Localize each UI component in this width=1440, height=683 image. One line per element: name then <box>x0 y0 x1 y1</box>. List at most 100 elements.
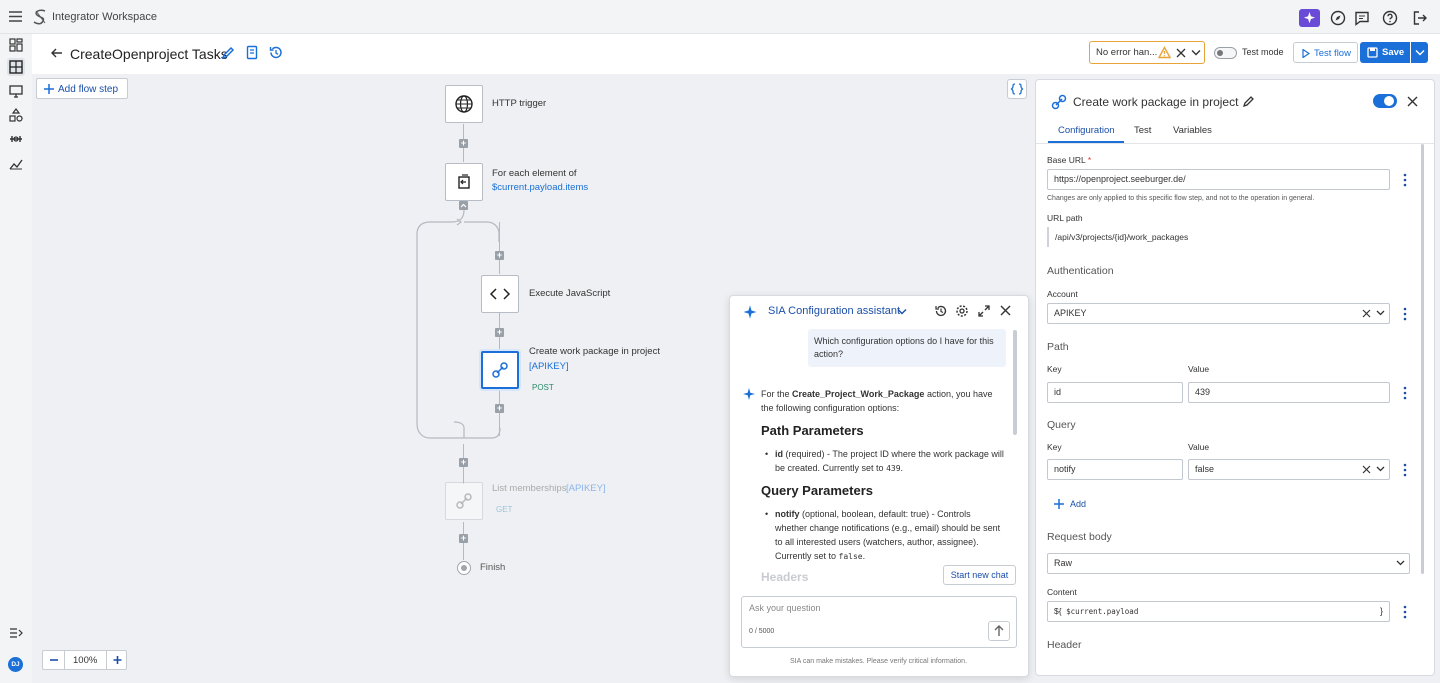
query-key-field[interactable]: notify <box>1047 459 1183 480</box>
settings-gear-icon[interactable] <box>955 304 969 318</box>
add-step-plus[interactable]: + <box>459 534 468 543</box>
chevron-down-icon[interactable] <box>1191 49 1201 57</box>
save-options-button[interactable] <box>1411 42 1428 63</box>
close-icon[interactable] <box>1000 305 1011 316</box>
save-disk-icon <box>1367 47 1378 58</box>
top-bar: Integrator Workspace <box>0 0 1440 34</box>
reply-heading: Query Parameters <box>761 483 874 498</box>
history-icon[interactable] <box>268 45 283 60</box>
avatar[interactable]: DJ <box>8 657 23 672</box>
back-arrow-icon[interactable] <box>50 46 64 60</box>
body-type-select[interactable]: Raw <box>1047 553 1410 574</box>
node-expression[interactable]: $current.payload.items <box>492 181 588 195</box>
help-icon[interactable] <box>1381 9 1399 27</box>
chevron-down-icon[interactable] <box>897 308 907 316</box>
add-step-plus[interactable]: + <box>459 458 468 467</box>
more-options-icon[interactable] <box>1403 386 1407 400</box>
loop-icon <box>458 174 470 189</box>
base-url-field[interactable]: https://openproject.seeburger.de/ <box>1047 169 1390 190</box>
more-options-icon[interactable] <box>1403 463 1407 477</box>
more-options-icon[interactable] <box>1403 605 1407 619</box>
reply-bullet: • id (required) - The project ID where th… <box>765 449 1004 473</box>
list-memberships-node[interactable] <box>445 482 483 520</box>
send-button[interactable] <box>988 621 1010 641</box>
account-select[interactable]: APIKEY <box>1047 303 1390 324</box>
char-counter: 0 / 5000 <box>749 628 775 635</box>
panel-title: Create work package in project <box>1073 95 1239 109</box>
more-options-icon[interactable] <box>1403 307 1407 321</box>
chat-icon[interactable] <box>1353 9 1371 27</box>
code-icon <box>489 288 511 300</box>
expand-rail-icon[interactable] <box>7 624 25 642</box>
method-badge: POST <box>532 383 554 392</box>
test-mode-toggle[interactable] <box>1214 47 1237 59</box>
dashboard-icon[interactable] <box>7 36 25 54</box>
http-trigger-node[interactable] <box>445 85 483 123</box>
chevron-down-icon[interactable] <box>1396 560 1405 567</box>
zoom-control: 100% <box>42 650 127 670</box>
add-flow-step-button[interactable]: Add flow step <box>36 78 128 99</box>
compass-icon[interactable] <box>1329 9 1347 27</box>
test-flow-button[interactable]: Test flow <box>1293 42 1358 63</box>
zoom-level: 100% <box>73 655 98 666</box>
clear-icon[interactable] <box>1176 48 1186 58</box>
node-label: List memberships <box>492 483 567 494</box>
grid-icon[interactable] <box>7 58 25 76</box>
start-new-chat-button[interactable]: Start new chat <box>943 565 1016 585</box>
path-key-field[interactable]: id <box>1047 382 1183 403</box>
api-icon[interactable] <box>7 130 25 148</box>
node-label: Finish <box>480 562 506 573</box>
sia-title[interactable]: SIA Configuration assistant <box>768 305 900 317</box>
error-handler-select[interactable]: No error han... <box>1089 41 1205 64</box>
warning-icon <box>1158 46 1171 59</box>
clear-icon[interactable] <box>1362 465 1371 474</box>
chevron-down-icon[interactable] <box>1376 310 1385 317</box>
query-value-select[interactable]: false <box>1188 459 1390 480</box>
document-icon[interactable] <box>245 45 259 60</box>
execute-javascript-node[interactable] <box>481 275 519 313</box>
add-query-button[interactable]: Add <box>1054 497 1094 511</box>
scrollbar[interactable] <box>1013 330 1017 435</box>
add-step-plus[interactable]: + <box>495 404 504 413</box>
edit-pencil-icon[interactable] <box>221 46 235 60</box>
content-label: Content <box>1047 587 1077 597</box>
finish-node[interactable] <box>457 561 471 575</box>
shapes-icon[interactable] <box>7 106 25 124</box>
path-value-field[interactable]: 439 <box>1188 382 1390 403</box>
node-account: [APIKEY] <box>529 361 569 372</box>
history-icon[interactable] <box>934 304 948 318</box>
edit-pencil-icon[interactable] <box>1242 95 1255 108</box>
add-step-plus[interactable]: + <box>459 139 468 148</box>
logout-icon[interactable] <box>1411 9 1429 27</box>
url-path-label: URL path <box>1047 213 1083 223</box>
code-view-button[interactable] <box>1007 79 1027 99</box>
clear-icon[interactable] <box>1362 309 1371 318</box>
add-step-plus[interactable]: + <box>495 251 504 260</box>
content-field[interactable]: ${ $current.payload } <box>1047 601 1390 622</box>
expand-icon[interactable] <box>977 304 991 318</box>
disclaimer: SIA can make mistakes. Please verify cri… <box>790 658 968 665</box>
plus-icon <box>44 84 54 94</box>
tab-variables[interactable]: Variables <box>1173 125 1212 136</box>
tab-configuration[interactable]: Configuration <box>1058 125 1115 136</box>
tab-test[interactable]: Test <box>1134 125 1151 136</box>
close-icon[interactable] <box>1407 96 1418 107</box>
zoom-in-button[interactable] <box>106 651 127 669</box>
create-work-package-node[interactable] <box>481 351 519 389</box>
account-label: Account <box>1047 289 1078 299</box>
more-options-icon[interactable] <box>1403 173 1407 187</box>
collapse-loop-icon[interactable] <box>459 201 468 210</box>
node-account: [APIKEY] <box>566 483 606 494</box>
question-input[interactable]: Ask your question 0 / 5000 <box>741 596 1017 648</box>
for-each-node[interactable] <box>445 163 483 201</box>
scrollbar[interactable] <box>1421 144 1424 574</box>
chevron-down-icon[interactable] <box>1376 466 1385 473</box>
add-step-plus[interactable]: + <box>495 328 504 337</box>
step-enabled-toggle[interactable] <box>1373 94 1397 108</box>
analytics-icon[interactable] <box>7 154 25 172</box>
menu-icon[interactable] <box>9 11 22 22</box>
save-button[interactable]: Save <box>1360 42 1410 63</box>
ai-sparkle-icon[interactable] <box>1299 9 1320 27</box>
monitor-icon[interactable] <box>7 82 25 100</box>
zoom-out-button[interactable] <box>43 651 65 669</box>
